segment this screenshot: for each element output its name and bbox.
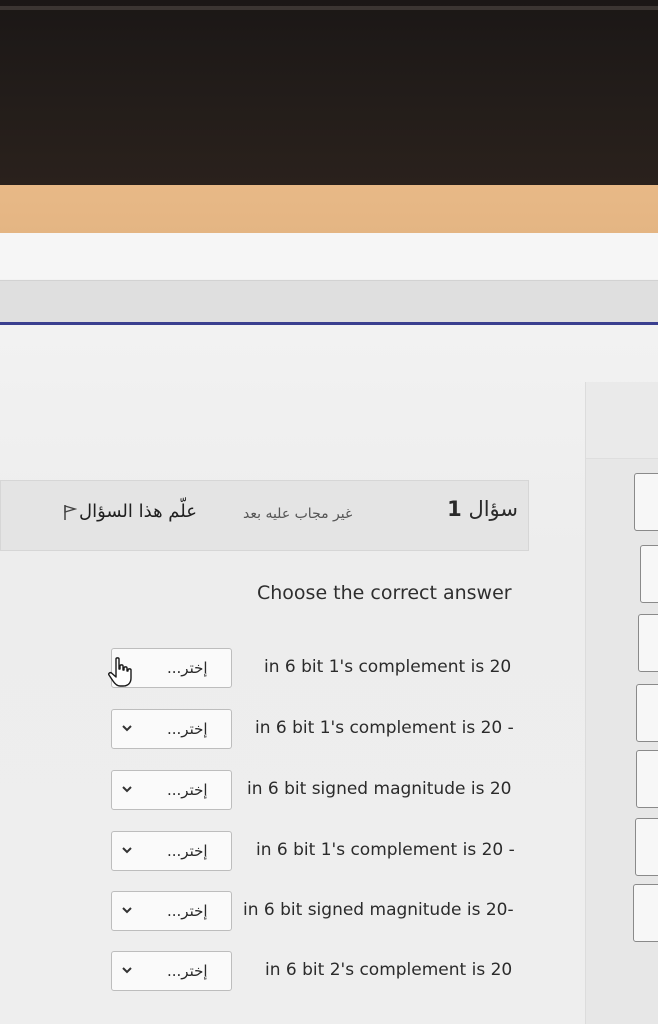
- quiz-navigation-header: [586, 382, 658, 459]
- question-number-value: 1: [447, 497, 462, 521]
- chevron-down-icon: [122, 967, 132, 974]
- site-navbar: [0, 280, 658, 323]
- select-placeholder: إختر...: [167, 781, 208, 799]
- match-stem: in 6 bit 1's complement is 20 -: [256, 840, 515, 860]
- match-stem: in 6 bit 2's complement is 20: [265, 960, 513, 980]
- match-row: إختر... in 6 bit signed magnitude is 20: [0, 770, 529, 814]
- match-stem: in 6 bit 1's complement is 20 -: [255, 718, 514, 738]
- match-row: إختر... in 6 bit 1's complement is 20: [0, 648, 529, 692]
- quiz-nav-button[interactable]: 4: [635, 818, 658, 876]
- flag-icon: [64, 504, 77, 520]
- flag-question-link[interactable]: علّم هذا السؤال: [63, 501, 197, 522]
- match-stem: in 6 bit 1's complement is 20: [264, 657, 512, 677]
- chevron-down-icon: [122, 847, 132, 854]
- question-label: سؤال: [468, 497, 518, 521]
- question-prompt: Choose the correct answer: [257, 582, 512, 604]
- answer-select[interactable]: إختر...: [111, 831, 232, 871]
- quiz-nav-button[interactable]: 2: [636, 684, 658, 742]
- chevron-down-icon: [122, 786, 132, 793]
- question-number: سؤال 1: [447, 497, 518, 521]
- match-row: إختر... in 6 bit signed magnitude is 20-: [0, 891, 529, 935]
- answer-select[interactable]: إختر...: [111, 891, 232, 931]
- chevron-down-icon: [122, 725, 132, 732]
- flag-question-label: علّم هذا السؤال: [79, 501, 197, 522]
- select-placeholder: إختر...: [167, 720, 208, 738]
- match-stem: in 6 bit signed magnitude is 20: [247, 779, 512, 799]
- browser-top-area: [0, 233, 658, 279]
- select-placeholder: إختر...: [167, 962, 208, 980]
- desk-background: [0, 185, 658, 233]
- navbar-accent-line: [0, 322, 658, 325]
- answer-select[interactable]: إختر...: [111, 709, 232, 749]
- select-placeholder: إختر...: [167, 902, 208, 920]
- select-placeholder: إختر...: [167, 659, 208, 677]
- question-status: غير مجاب عليه بعد: [243, 506, 353, 522]
- monitor-bezel: [0, 0, 658, 185]
- match-row: إختر... in 6 bit 1's complement is 20 -: [0, 709, 529, 753]
- quiz-nav-button[interactable]: 1: [640, 545, 658, 603]
- match-stem: in 6 bit signed magnitude is 20-: [243, 900, 514, 920]
- match-row: إختر... in 6 bit 1's complement is 20 -: [0, 831, 529, 875]
- quiz-nav-button[interactable]: [634, 473, 658, 531]
- answer-select[interactable]: إختر...: [111, 770, 232, 810]
- answer-select[interactable]: إختر...: [111, 951, 232, 991]
- match-row: إختر... in 6 bit 2's complement is 20: [0, 951, 529, 995]
- chevron-down-icon: [122, 907, 132, 914]
- quiz-nav-button[interactable]: 4: [633, 884, 658, 942]
- hand-pointer-icon: [108, 657, 132, 687]
- select-placeholder: إختر...: [167, 842, 208, 860]
- bezel-edge: [0, 6, 658, 10]
- question-info-box: سؤال 1 غير مجاب عليه بعد علّم هذا السؤال: [0, 480, 529, 551]
- quiz-nav-button[interactable]: 2: [638, 614, 658, 672]
- quiz-nav-button[interactable]: 3: [636, 750, 658, 808]
